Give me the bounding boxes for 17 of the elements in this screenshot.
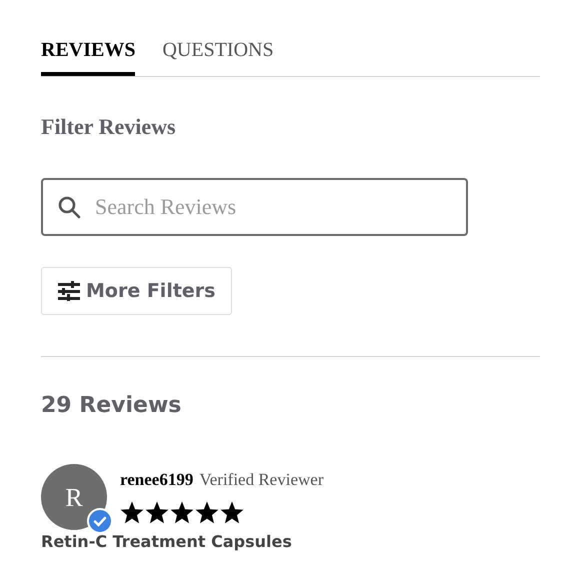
tab[interactable]: REVIEWS	[41, 38, 136, 76]
star-icon	[220, 500, 244, 524]
star-icon	[170, 500, 194, 524]
star-icon	[120, 500, 144, 524]
star-icon	[195, 500, 219, 524]
reviewer-name: renee6199	[120, 469, 194, 491]
sliders-icon	[58, 281, 80, 301]
more-filters-button[interactable]: More Filters	[41, 267, 232, 315]
filter-heading: Filter Reviews	[41, 113, 177, 141]
review-title: Retin-C Treatment Capsules	[41, 532, 293, 552]
review-count: 29 Reviews	[41, 392, 182, 420]
tab[interactable]: QUESTIONS	[162, 38, 274, 76]
avatar: R	[41, 464, 107, 530]
verified-label: Verified Reviewer	[199, 469, 324, 491]
star-icon	[145, 500, 169, 524]
search-icon	[57, 195, 81, 219]
search-field[interactable]: Search Reviews	[41, 178, 468, 236]
